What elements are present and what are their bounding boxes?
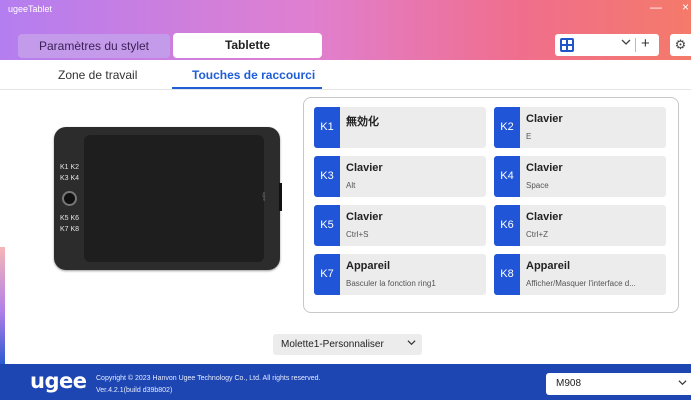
dial-ring-icon: [62, 191, 77, 206]
key-card-k6[interactable]: K6 Clavier Ctrl+Z: [494, 205, 666, 246]
tab-stylus-settings[interactable]: Paramètres du stylet: [18, 34, 170, 58]
tablet-illustration: K1 K2 K3 K4 K5 K6 K7 K8 ugee: [54, 127, 280, 270]
key-function: Clavier: [346, 162, 383, 174]
key-detail: Basculer la fonction ring1: [346, 279, 436, 288]
device-key-label: K1 K2: [60, 164, 80, 171]
device-model-dropdown[interactable]: M908: [546, 373, 691, 395]
tablet-side-button: [279, 183, 282, 211]
app-grid-icon: [560, 38, 574, 52]
key-function: Clavier: [346, 211, 383, 223]
device-model-value: M908: [556, 378, 582, 389]
title-bar: ugeeTablet — × Paramètres du stylet Tabl…: [0, 0, 691, 60]
active-tab-indicator: [172, 87, 322, 89]
key-badge: K5: [314, 205, 340, 246]
key-function: Appareil: [526, 260, 571, 272]
key-function: Clavier: [526, 211, 563, 223]
key-card-k4[interactable]: K4 Clavier Space: [494, 156, 666, 197]
key-function: Appareil: [346, 260, 391, 272]
key-detail: Afficher/Masquer l'interface d...: [526, 279, 636, 288]
add-profile-button[interactable]: +: [641, 35, 650, 52]
key-card-k7[interactable]: K7 Appareil Basculer la fonction ring1: [314, 254, 486, 295]
key-badge: K3: [314, 156, 340, 197]
device-brand-mark: ugee: [261, 192, 267, 201]
close-button[interactable]: ×: [682, 0, 689, 14]
key-badge: K1: [314, 107, 340, 148]
key-detail: Alt: [346, 181, 356, 190]
chevron-down-icon: [407, 334, 416, 355]
key-detail: Ctrl+Z: [526, 230, 548, 239]
sub-tab-bar: Zone de travail Touches de raccourci: [0, 60, 691, 90]
key-detail: Space: [526, 181, 549, 190]
device-key-label: K3 K4: [60, 175, 80, 182]
key-card-k3[interactable]: K3 Clavier Alt: [314, 156, 486, 197]
key-card-k8[interactable]: K8 Appareil Afficher/Masquer l'interface…: [494, 254, 666, 295]
device-key-label: K5 K6: [60, 215, 80, 222]
tablet-active-area: [84, 135, 264, 262]
tab-work-area[interactable]: Zone de travail: [58, 68, 137, 82]
copyright-text: Copyright © 2023 Hanvon Ugee Technology …: [96, 375, 321, 382]
key-function: Clavier: [526, 162, 563, 174]
dial-mode-value: Molette1-Personnaliser: [281, 339, 384, 350]
key-badge: K6: [494, 205, 520, 246]
key-detail: Ctrl+S: [346, 230, 369, 239]
left-accent-bar: [0, 247, 5, 364]
version-text: Ver.4.2.1(build d39b802): [96, 387, 173, 394]
app-title: ugeeTablet: [8, 4, 53, 14]
settings-gear-icon[interactable]: ⚙: [670, 34, 691, 56]
key-badge: K8: [494, 254, 520, 295]
key-badge: K7: [314, 254, 340, 295]
key-card-k1[interactable]: K1 無効化: [314, 107, 486, 148]
divider: [635, 38, 636, 52]
tab-tablet[interactable]: Tablette: [173, 33, 322, 58]
chevron-down-icon[interactable]: [621, 37, 631, 50]
key-card-k2[interactable]: K2 Clavier E: [494, 107, 666, 148]
key-detail: E: [526, 132, 532, 141]
key-card-k5[interactable]: K5 Clavier Ctrl+S: [314, 205, 486, 246]
device-key-label: K7 K8: [60, 226, 80, 233]
key-function: Clavier: [526, 113, 563, 125]
minimize-button[interactable]: —: [650, 0, 662, 14]
chevron-down-icon: [678, 373, 687, 395]
shortcut-panel: K1 無効化 K2 Clavier E K3 Clavier Alt K4 Cl…: [303, 97, 679, 313]
ugee-logo: ugee: [30, 369, 87, 393]
dial-mode-dropdown[interactable]: Molette1-Personnaliser: [273, 334, 422, 355]
profile-selector[interactable]: +: [555, 34, 659, 56]
tab-shortcut-keys[interactable]: Touches de raccourci: [192, 68, 315, 82]
key-function: 無効化: [346, 116, 379, 128]
key-badge: K2: [494, 107, 520, 148]
key-badge: K4: [494, 156, 520, 197]
